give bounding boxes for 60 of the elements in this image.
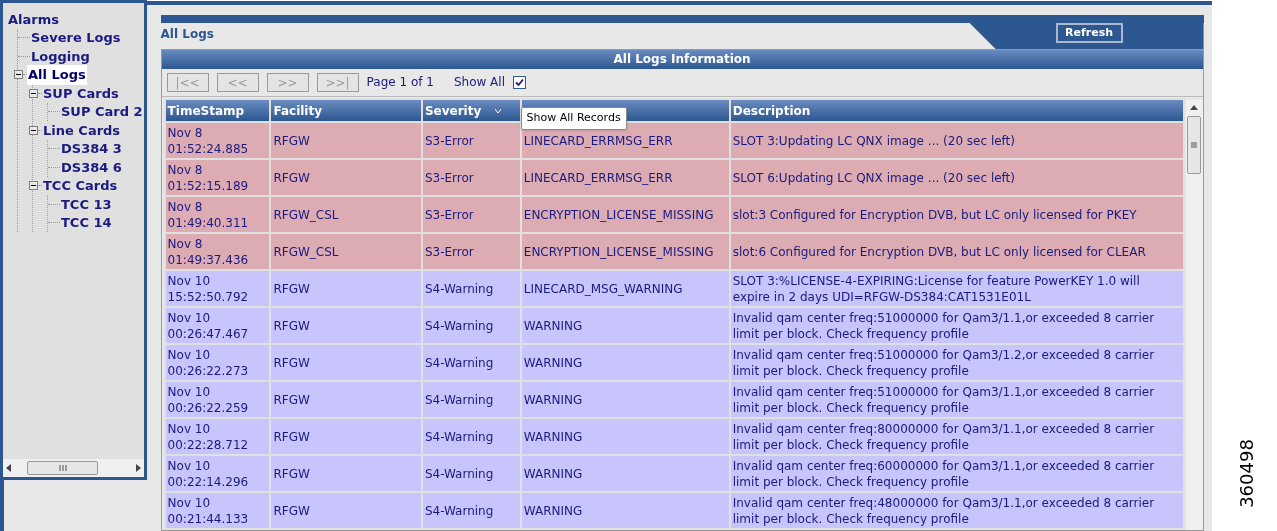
table-cell: WARNING bbox=[521, 308, 729, 343]
table-cell: Nov 8 01:49:40.311 bbox=[165, 197, 270, 232]
table-cell: SLOT 3:%LICENSE-4-EXPIRING:License for feature PowerKEY 1.0 will expire in 2 days UDI=RFGW-DS384:CAT1531E01L bbox=[730, 271, 1183, 306]
page-title: All Logs bbox=[160, 26, 214, 43]
table-cell: S4-Warning bbox=[422, 308, 520, 343]
table-cell: RFGW bbox=[271, 419, 421, 454]
page-indicator: Page 1 of 1 bbox=[366, 74, 434, 92]
table-cell: RFGW bbox=[271, 493, 421, 528]
table-cell: Nov 10 00:26:47.467 bbox=[165, 308, 270, 343]
table-cell: Nov 8 01:52:15.189 bbox=[165, 160, 270, 195]
show-all-label: Show All bbox=[453, 74, 505, 92]
table-cell: Invalid qam center freq:60000000 for Qam3/1.1,or exceeded 8 carrier limit per block. Check frequency profile bbox=[730, 456, 1183, 491]
table-cell: ENCRYPTION_LICENSE_MISSING bbox=[521, 234, 729, 269]
table-cell: RFGW bbox=[271, 123, 421, 158]
table-cell: WARNING bbox=[521, 419, 729, 454]
table-cell: Invalid qam center freq:48000000 for Qam3/1.1,or exceeded 8 carrier limit per block. Check frequency profile bbox=[730, 493, 1183, 528]
table-cell: SLOT 3:Updating LC QNX image ... (20 sec left) bbox=[730, 123, 1183, 158]
table-cell: Invalid qam center freq:51000000 for Qam3/1.1,or exceeded 8 carrier limit per block. Check frequency profile bbox=[730, 308, 1183, 343]
table-cell: WARNING bbox=[521, 456, 729, 491]
table-cell: S4-Warning bbox=[422, 382, 520, 417]
table-cell: S4-Warning bbox=[422, 345, 520, 380]
table-cell: WARNING bbox=[521, 345, 729, 380]
table-cell: Nov 10 15:52:50.792 bbox=[165, 271, 270, 306]
table-cell: Nov 10 00:22:14.296 bbox=[165, 456, 270, 491]
table-cell: S3-Error bbox=[422, 197, 520, 232]
table-cell: S3-Error bbox=[422, 123, 520, 158]
table-cell: Invalid qam center freq:80000000 for Qam3/1.1,or exceeded 8 carrier limit per block. Check frequency profile bbox=[730, 419, 1183, 454]
tooltip: Show All Records bbox=[520, 107, 627, 130]
table-cell: Nov 8 01:49:37.436 bbox=[165, 234, 270, 269]
table-cell: S4-Warning bbox=[422, 493, 520, 528]
table-cell: RFGW bbox=[271, 456, 421, 491]
table-cell: LINECARD_MSG_WARNING bbox=[521, 271, 729, 306]
figure-number: 360498 bbox=[1234, 439, 1258, 508]
table-cell: S3-Error bbox=[422, 234, 520, 269]
table-cell: slot:3 Configured for Encryption DVB, but LC only licensed for PKEY bbox=[730, 197, 1183, 232]
table-cell: S4-Warning bbox=[422, 419, 520, 454]
table-cell: RFGW_CSL bbox=[271, 234, 421, 269]
table-cell: Nov 10 00:26:22.259 bbox=[165, 382, 270, 417]
table-cell: Nov 10 00:26:22.273 bbox=[165, 345, 270, 380]
table-cell: slot:6 Configured for Encryption DVB, but LC only licensed for CLEAR bbox=[730, 234, 1183, 269]
panel-title: All Logs Information bbox=[161, 50, 1203, 69]
table-cell: S4-Warning bbox=[422, 456, 520, 491]
table-cell: RFGW_CSL bbox=[271, 197, 421, 232]
table-cell: WARNING bbox=[521, 493, 729, 528]
table-cell: S4-Warning bbox=[422, 271, 520, 306]
table-cell: LINECARD_ERRMSG_ERR bbox=[521, 160, 729, 195]
table-cell: RFGW bbox=[271, 308, 421, 343]
table-cell: RFGW bbox=[271, 345, 421, 380]
table-cell: Invalid qam center freq:51000000 for Qam3/1.2,or exceeded 8 carrier limit per block. Check frequency profile bbox=[730, 345, 1183, 380]
table-cell: Nov 8 01:52:24.885 bbox=[165, 123, 270, 158]
table-cell: RFGW bbox=[271, 160, 421, 195]
table-cell: WARNING bbox=[521, 382, 729, 417]
table-cell: Invalid qam center freq:51000000 for Qam3/1.1,or exceeded 8 carrier limit per block. Check frequency profile bbox=[730, 382, 1183, 417]
table-cell: RFGW bbox=[271, 271, 421, 306]
table-cell: Nov 10 00:22:28.712 bbox=[165, 419, 270, 454]
table-cell: ENCRYPTION_LICENSE_MISSING bbox=[521, 197, 729, 232]
table-cell: RFGW bbox=[271, 382, 421, 417]
table-cell: SLOT 6:Updating LC QNX image ... (20 sec left) bbox=[730, 160, 1183, 195]
table-cell: S3-Error bbox=[422, 160, 520, 195]
table-cell: Nov 10 00:21:44.133 bbox=[165, 493, 270, 528]
